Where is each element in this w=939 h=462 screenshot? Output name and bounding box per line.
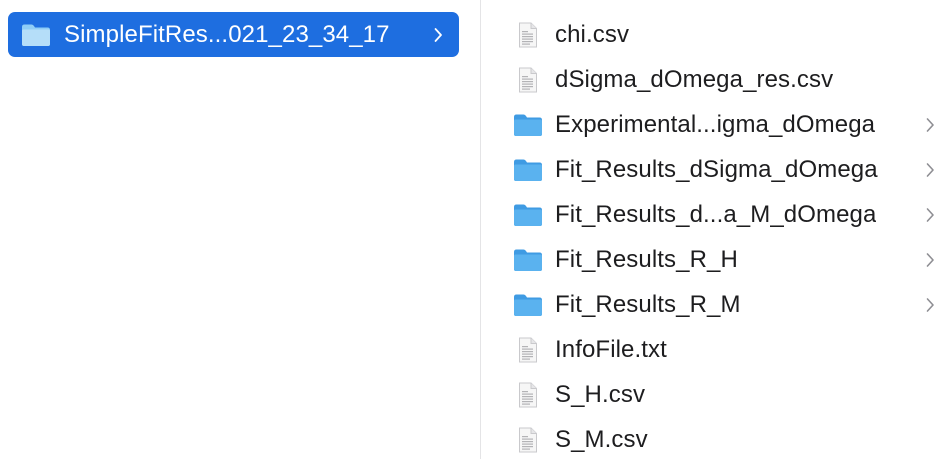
finder-column-view: SimpleFitRes...021_23_34_17 chi.csv dSig… (0, 0, 939, 459)
folder-icon (512, 154, 544, 186)
chevron-right-icon (921, 251, 939, 269)
file-name: S_H.csv (555, 380, 646, 408)
chevron-right-icon (429, 26, 447, 44)
file-row[interactable]: S_M.csv (490, 417, 939, 462)
folder-name: Experimental...igma_dOmega (555, 110, 876, 138)
folder-row[interactable]: Experimental...igma_dOmega (490, 102, 939, 147)
folder-name: Fit_Results_R_M (555, 290, 741, 318)
folder-icon (512, 199, 544, 231)
folder-row[interactable]: Fit_Results_R_M (490, 282, 939, 327)
file-name: S_M.csv (555, 425, 648, 453)
parent-column: SimpleFitRes...021_23_34_17 (0, 0, 480, 459)
folder-row[interactable]: Fit_Results_d...a_M_dOmega (490, 192, 939, 237)
document-icon (512, 334, 544, 366)
folder-row[interactable]: Fit_Results_dSigma_dOmega (490, 147, 939, 192)
file-name: dSigma_dOmega_res.csv (555, 65, 834, 93)
document-icon (512, 379, 544, 411)
folder-name: Fit_Results_dSigma_dOmega (555, 155, 878, 183)
document-icon (512, 19, 544, 51)
folder-icon (20, 19, 52, 51)
folder-name: Fit_Results_R_H (555, 245, 738, 273)
document-icon (512, 424, 544, 456)
file-row[interactable]: InfoFile.txt (490, 327, 939, 372)
chevron-right-icon (921, 206, 939, 224)
chevron-right-icon (921, 161, 939, 179)
folder-name: Fit_Results_d...a_M_dOmega (555, 200, 877, 228)
file-row[interactable]: dSigma_dOmega_res.csv (490, 57, 939, 102)
folder-icon (512, 109, 544, 141)
folder-icon (512, 244, 544, 276)
selected-folder-name: SimpleFitRes...021_23_34_17 (64, 20, 390, 48)
file-row[interactable]: S_H.csv (490, 372, 939, 417)
column-divider[interactable] (480, 0, 481, 459)
chevron-right-icon (921, 296, 939, 314)
file-row[interactable]: chi.csv (490, 12, 939, 57)
folder-icon (512, 289, 544, 321)
file-name: InfoFile.txt (555, 335, 667, 363)
folder-row[interactable]: Fit_Results_R_H (490, 237, 939, 282)
document-icon (512, 64, 544, 96)
chevron-right-icon (921, 116, 939, 134)
file-name: chi.csv (555, 20, 630, 48)
folder-contents-column: chi.csv dSigma_dOmega_res.csv Experiment… (490, 12, 939, 462)
selected-folder-row[interactable]: SimpleFitRes...021_23_34_17 (8, 12, 459, 57)
